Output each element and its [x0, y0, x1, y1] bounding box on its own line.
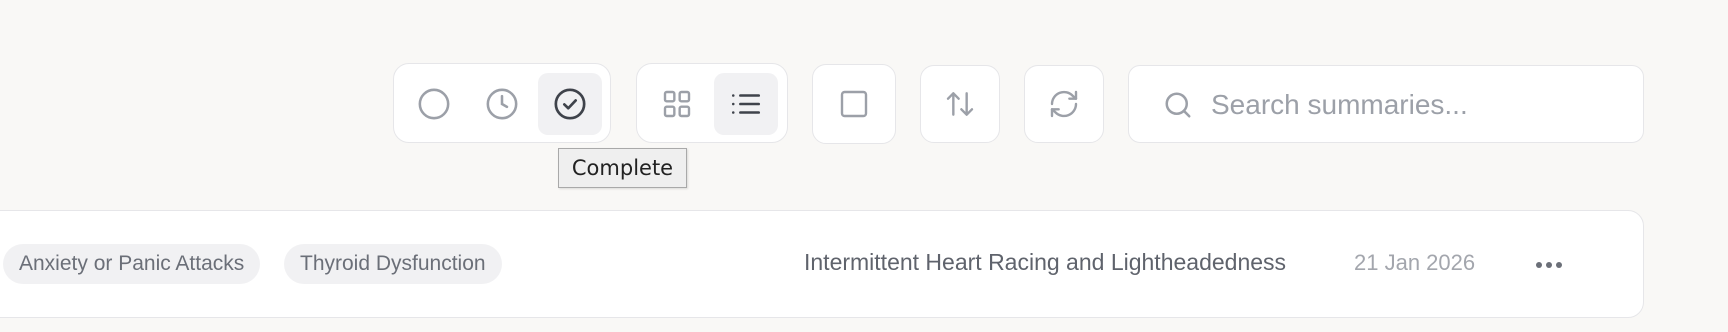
sort-arrows-icon	[946, 92, 974, 116]
checkbox-icon	[840, 90, 868, 118]
summaries-page: Complete Anxiety or Panic Attacks Thyroi…	[0, 0, 1728, 332]
tag-chip: Anxiety or Panic Attacks	[3, 244, 261, 284]
circle-icon	[418, 88, 450, 120]
status-filter-group	[393, 63, 611, 143]
select-mode-button[interactable]	[812, 64, 896, 144]
summary-title[interactable]: Intermittent Heart Racing and Lightheade…	[804, 249, 1286, 276]
grid-icon	[663, 90, 691, 118]
filter-in-progress-button[interactable]	[470, 73, 534, 135]
more-horizontal-icon	[1536, 262, 1562, 268]
summary-row[interactable]: Anxiety or Panic Attacks Thyroid Dysfunc…	[0, 210, 1644, 318]
filter-complete-button[interactable]	[538, 73, 602, 135]
search-icon	[1163, 90, 1193, 125]
tag-chip: Thyroid Dysfunction	[284, 244, 502, 284]
view-mode-group	[636, 63, 788, 143]
search-box	[1128, 65, 1644, 143]
summary-date: 21 Jan 2026	[1354, 250, 1476, 275]
refresh-icon	[1050, 90, 1078, 118]
complete-tooltip: Complete	[558, 148, 687, 188]
refresh-button[interactable]	[1024, 65, 1104, 143]
list-view-button[interactable]	[714, 73, 778, 135]
check-circle-icon	[554, 88, 586, 120]
list-icon	[731, 94, 761, 114]
filter-not-started-button[interactable]	[402, 73, 466, 135]
sort-button[interactable]	[920, 65, 1000, 143]
row-menu-button[interactable]	[1527, 245, 1571, 285]
clock-icon	[486, 88, 518, 120]
grid-view-button[interactable]	[645, 73, 709, 135]
search-input[interactable]	[1209, 80, 1623, 130]
